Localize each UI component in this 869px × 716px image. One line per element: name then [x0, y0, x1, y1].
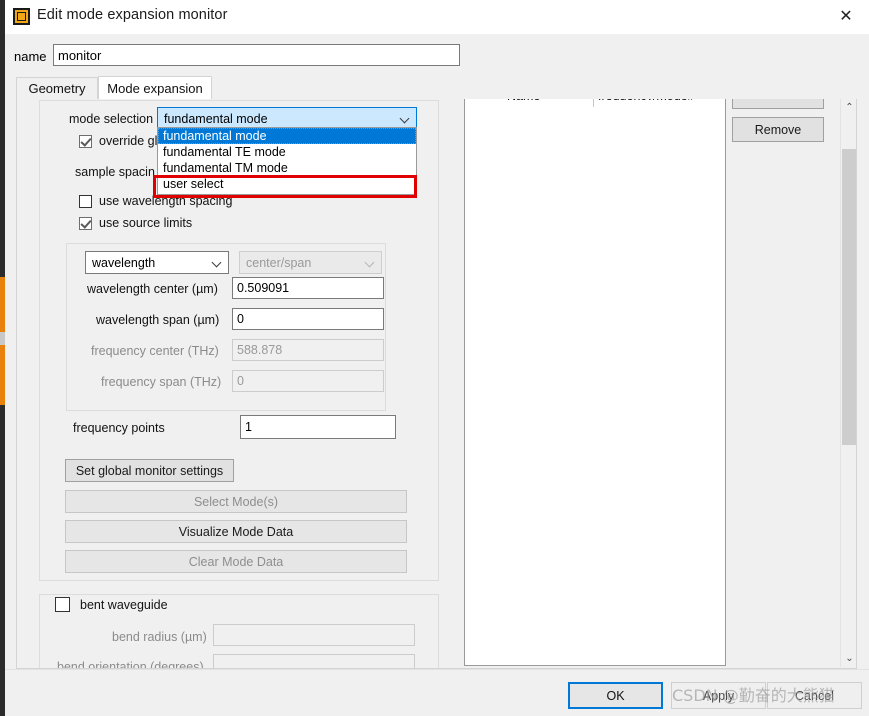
title-bar: Edit mode expansion monitor ✕ [5, 0, 869, 34]
tab-content-panel: mode selection fundamental mode override… [16, 99, 857, 669]
name-label: name [14, 49, 47, 64]
window-title: Edit mode expansion monitor [37, 7, 228, 23]
frequency-center-label: frequency center (THz) [91, 344, 219, 358]
clear-mode-data-button[interactable]: Clear Mode Data [65, 550, 407, 573]
frequency-points-input[interactable] [240, 415, 396, 439]
wavelength-span-input[interactable] [232, 308, 384, 330]
use-source-limits-checkbox[interactable] [79, 217, 92, 230]
content-vertical-scrollbar[interactable]: ⌃ ⌄ [840, 99, 856, 667]
table-header-name: Name [507, 99, 577, 100]
mode-list-pane: Name frequency/mode# Remove ⌃ ⌄ [460, 99, 856, 668]
dropdown-option-user-select[interactable]: user select [158, 176, 416, 192]
center-span-combobox[interactable]: center/span [239, 251, 382, 274]
select-modes-button[interactable]: Select Mode(s) [65, 490, 407, 513]
dropdown-option-fundamental-te-mode[interactable]: fundamental TE mode [158, 144, 416, 160]
wavelength-center-input[interactable] [232, 277, 384, 299]
mode-selection-label: mode selection [69, 112, 154, 126]
apply-button[interactable]: Apply [671, 682, 766, 709]
center-span-value: center/span [246, 255, 312, 270]
edit-monitor-dialog: Edit mode expansion monitor ✕ name Geome… [5, 0, 869, 716]
bend-orientation-input [213, 654, 415, 668]
lumerical-monitor-icon [13, 8, 30, 25]
frequency-span-label: frequency span (THz) [101, 375, 222, 389]
mode-list-buttons: Remove [732, 99, 832, 666]
set-global-monitor-settings-button[interactable]: Set global monitor settings [65, 459, 234, 482]
close-icon[interactable]: ✕ [823, 0, 869, 30]
mode-table[interactable]: Name frequency/mode# [464, 99, 726, 666]
scroll-down-icon[interactable]: ⌄ [841, 650, 856, 667]
dropdown-option-fundamental-mode[interactable]: fundamental mode [158, 128, 416, 144]
wavelength-span-label: wavelength span (µm) [96, 313, 220, 327]
chevron-down-icon [401, 117, 409, 125]
visualize-mode-data-button[interactable]: Visualize Mode Data [65, 520, 407, 543]
table-column-divider [593, 99, 594, 107]
bend-radius-input [213, 624, 415, 646]
use-source-limits-label: use source limits [99, 216, 193, 230]
add-button[interactable] [732, 99, 824, 109]
frequency-span-input [232, 370, 384, 392]
frequency-center-input [232, 339, 384, 361]
wavelength-type-value: wavelength [92, 255, 156, 270]
bend-radius-label: bend radius (µm) [112, 630, 207, 644]
mode-expansion-settings-pane: mode selection fundamental mode override… [17, 99, 460, 669]
use-wavelength-spacing-checkbox[interactable] [79, 195, 92, 208]
chevron-down-icon [366, 261, 374, 269]
use-wavelength-spacing-label: use wavelength spacing [99, 194, 233, 208]
frequency-points-label: frequency points [73, 421, 165, 435]
tab-strip: Geometry Mode expansion [16, 76, 869, 100]
sample-spacing-label: sample spacin [75, 165, 155, 179]
wavelength-center-label: wavelength center (µm) [87, 282, 218, 296]
override-global-checkbox[interactable] [79, 135, 92, 148]
remove-button[interactable]: Remove [732, 117, 824, 142]
wavelength-type-combobox[interactable]: wavelength [85, 251, 229, 274]
bent-waveguide-label: bent waveguide [77, 598, 171, 612]
tab-geometry[interactable]: Geometry [16, 77, 98, 99]
dropdown-option-fundamental-tm-mode[interactable]: fundamental TM mode [158, 160, 416, 176]
bent-waveguide-checkbox[interactable] [55, 597, 70, 612]
bend-orientation-label: bend orientation (degrees) [57, 660, 204, 669]
scrollbar-thumb[interactable] [842, 149, 856, 445]
cancel-button[interactable]: Cancel [767, 682, 862, 709]
tab-mode-expansion[interactable]: Mode expansion [98, 76, 212, 100]
name-input[interactable] [53, 44, 460, 66]
ok-button[interactable]: OK [568, 682, 663, 709]
mode-selection-dropdown-list[interactable]: fundamental mode fundamental TE mode fun… [157, 127, 417, 195]
mode-selection-value: fundamental mode [164, 111, 268, 126]
app-window: Edit mode expansion monitor ✕ name Geome… [0, 0, 869, 716]
dialog-footer: OK Apply Cancel [5, 669, 869, 716]
chevron-down-icon [213, 261, 221, 269]
table-header-frequency-mode: frequency/mode# [598, 99, 720, 100]
scroll-up-icon[interactable]: ⌃ [841, 99, 856, 116]
override-global-label: override gl [99, 134, 158, 148]
